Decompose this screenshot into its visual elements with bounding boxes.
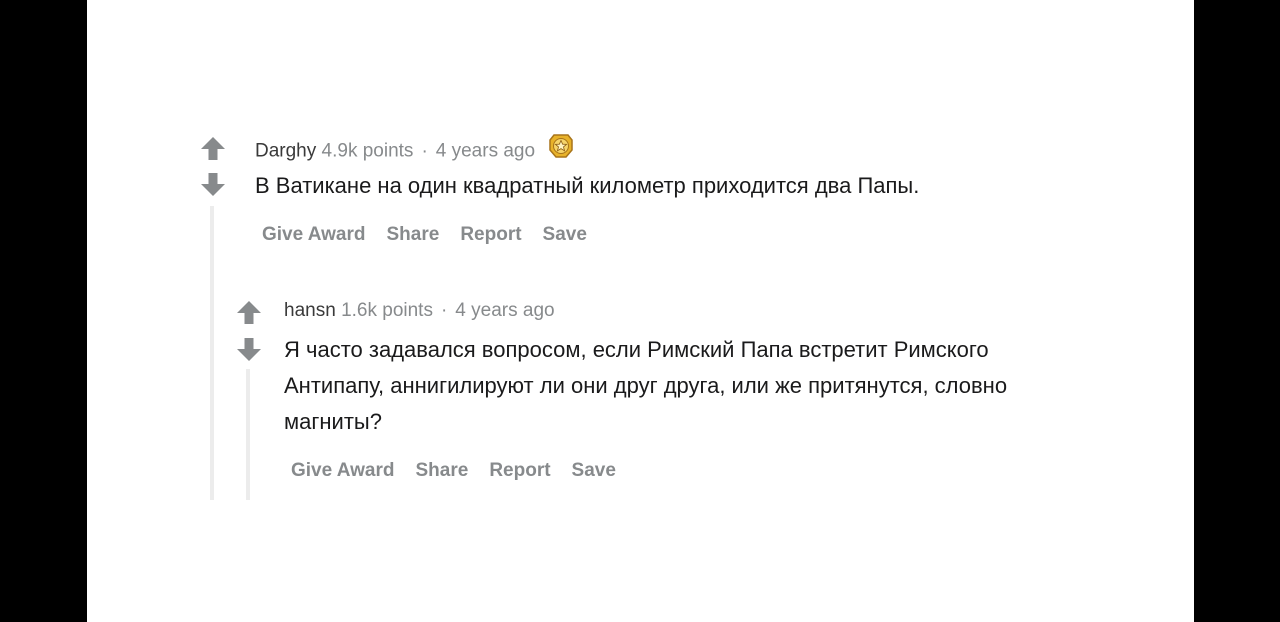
- comment-meta: Darghy 4.9k points · 4 years ago: [255, 134, 574, 162]
- comment-body: Я часто задавался вопросом, если Римский…: [284, 337, 1008, 434]
- save-button[interactable]: Save: [543, 224, 587, 246]
- downvote-arrow-icon: [237, 338, 261, 361]
- upvote-button[interactable]: [200, 136, 226, 162]
- upvote-arrow-icon: [237, 301, 261, 324]
- share-button[interactable]: Share: [387, 224, 440, 246]
- upvote-button[interactable]: [236, 300, 262, 326]
- give-award-button[interactable]: Give Award: [291, 460, 395, 482]
- report-button[interactable]: Report: [460, 224, 521, 246]
- comment-actions: Give Award Share Report Save: [291, 460, 616, 482]
- upvote-arrow-icon: [201, 137, 225, 160]
- meta-separator: ·: [421, 140, 428, 162]
- downvote-button[interactable]: [236, 336, 262, 362]
- save-button[interactable]: Save: [572, 460, 616, 482]
- thread-line-level-2[interactable]: [246, 369, 250, 500]
- share-button[interactable]: Share: [416, 460, 469, 482]
- give-award-button[interactable]: Give Award: [262, 224, 366, 246]
- comment-actions: Give Award Share Report Save: [262, 224, 587, 246]
- comment-age[interactable]: 4 years ago: [455, 300, 554, 321]
- comment-meta: hansn 1.6k points · 4 years ago: [284, 299, 555, 323]
- comment-author[interactable]: hansn: [284, 300, 336, 321]
- gold-award-icon[interactable]: [548, 133, 574, 166]
- comment-points: 1.6k points: [341, 300, 433, 321]
- comment-body: В Ватикане на один квадратный километр п…: [255, 173, 920, 198]
- meta-separator: ·: [440, 300, 448, 321]
- comment-points: 4.9k points: [321, 140, 414, 162]
- thread-line-level-1[interactable]: [210, 206, 214, 500]
- report-button[interactable]: Report: [489, 460, 550, 482]
- downvote-button[interactable]: [200, 171, 226, 197]
- comment-author[interactable]: Darghy: [255, 141, 316, 162]
- comment-age[interactable]: 4 years ago: [436, 141, 535, 162]
- downvote-arrow-icon: [201, 173, 225, 196]
